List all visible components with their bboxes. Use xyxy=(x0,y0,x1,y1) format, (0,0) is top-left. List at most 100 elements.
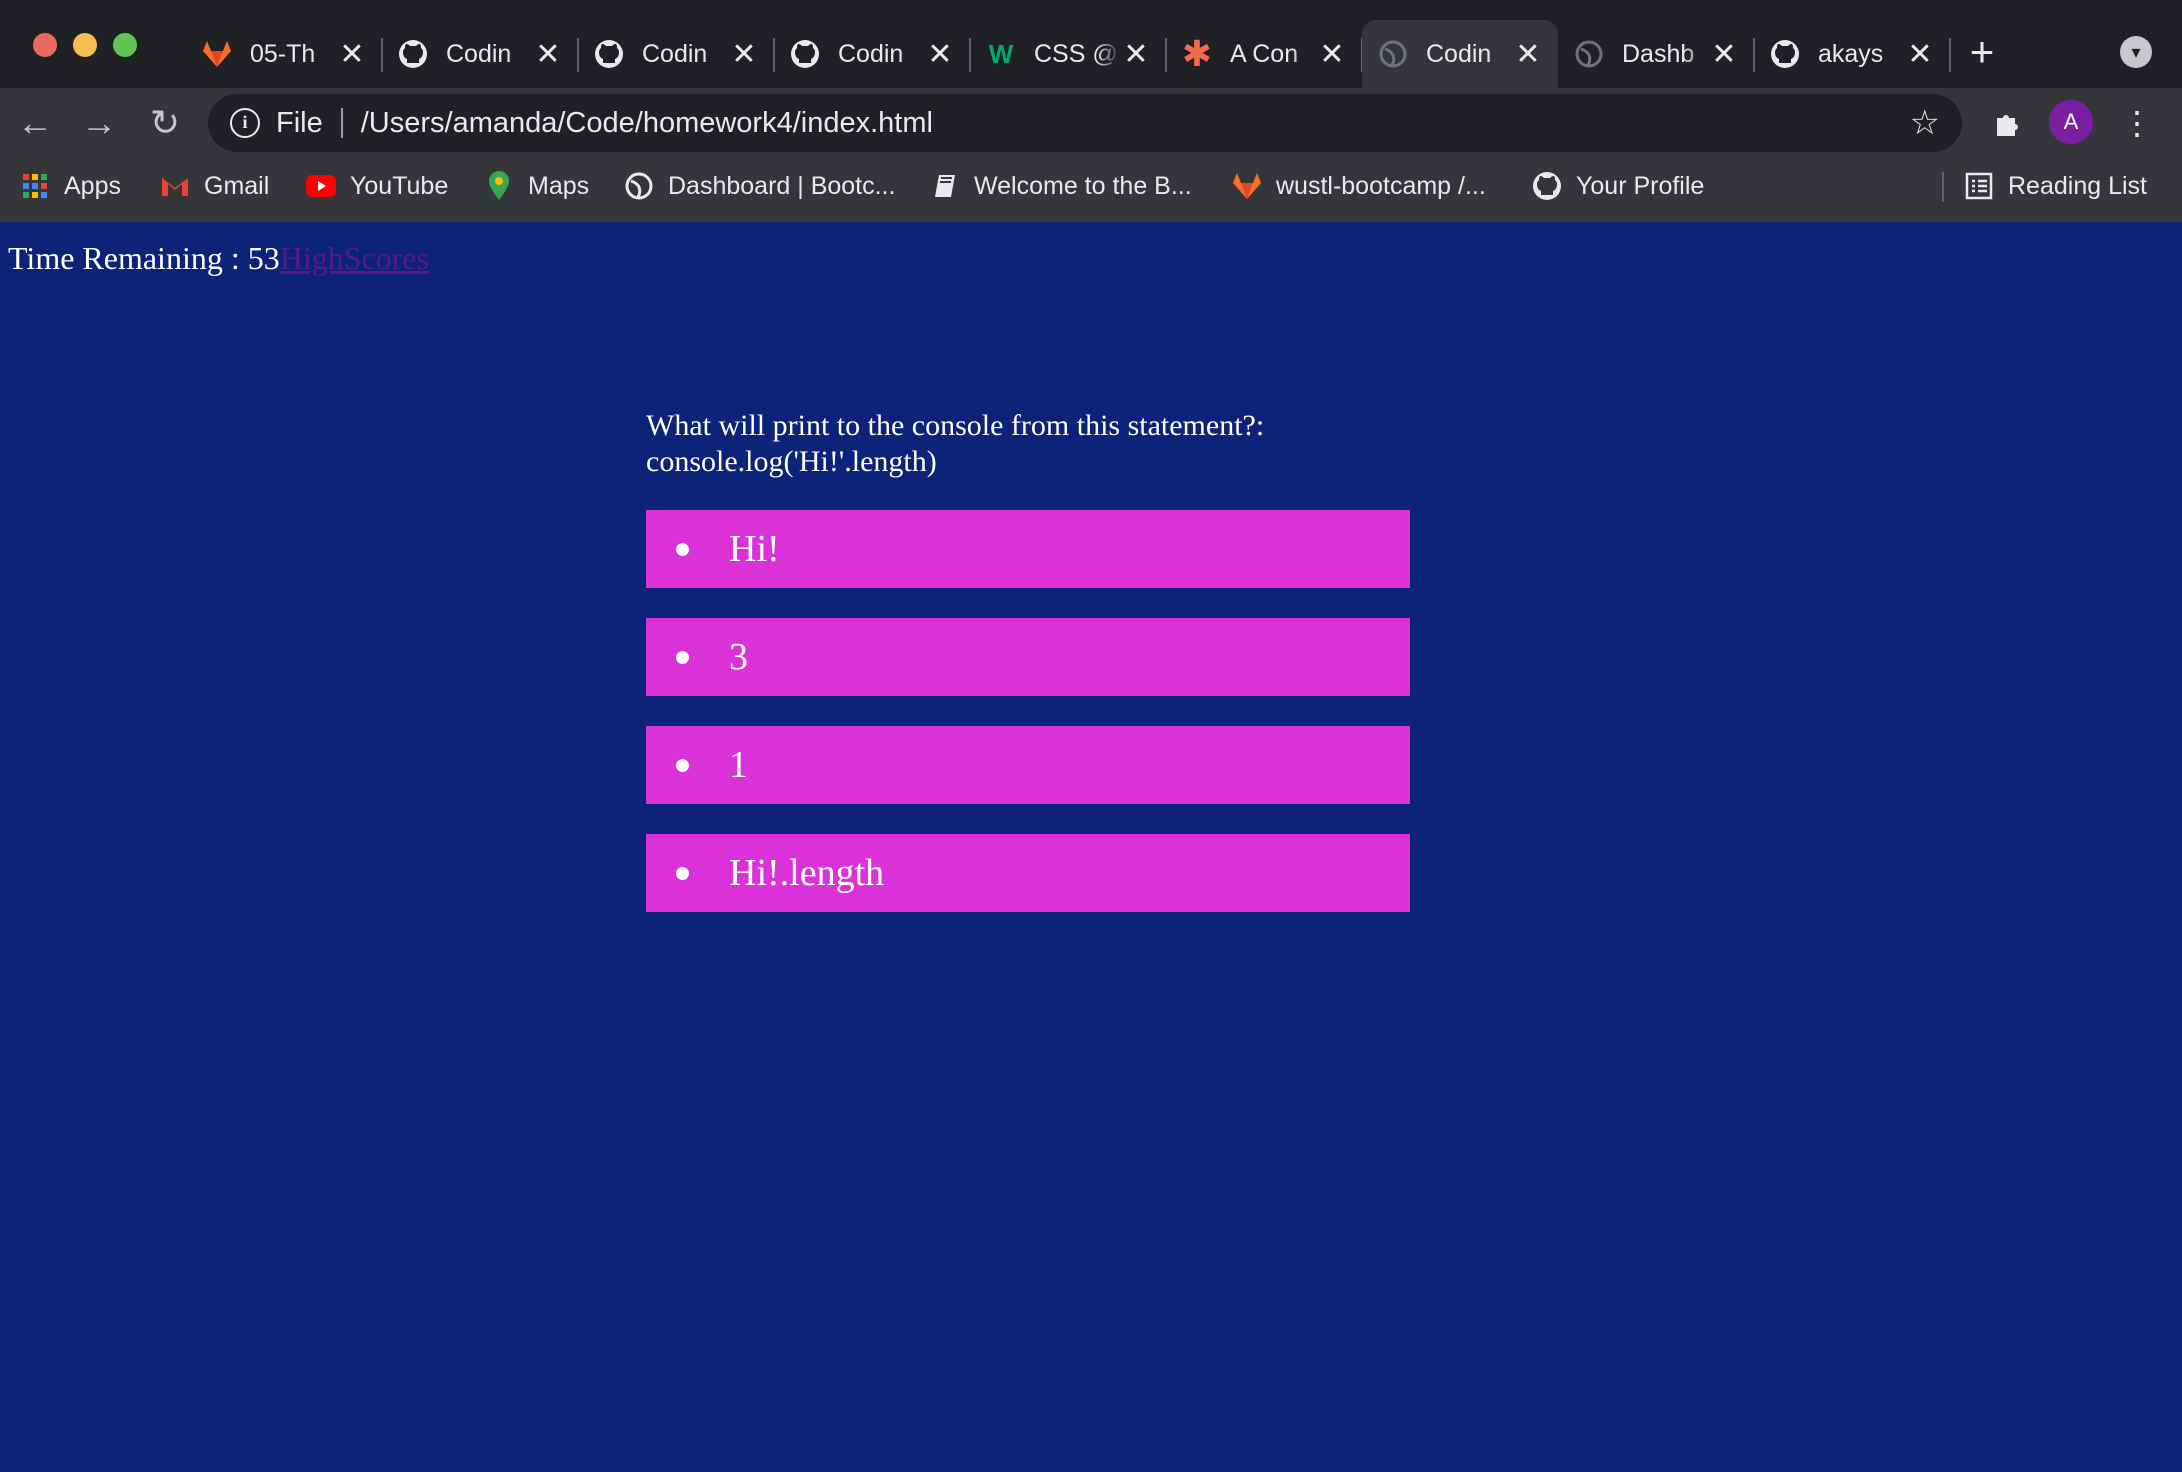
gitlab-icon xyxy=(202,39,232,69)
reading-list-button[interactable]: Reading List xyxy=(1964,168,2147,204)
github-icon xyxy=(594,39,624,69)
book-icon xyxy=(930,171,960,201)
close-tab-icon[interactable]: ✕ xyxy=(1318,37,1346,72)
bookmark-label: Gmail xyxy=(204,171,270,200)
asterisk-icon: ✱ xyxy=(1181,33,1213,74)
back-arrow-icon[interactable]: ← xyxy=(12,100,58,146)
tab-strip: 05-Th ✕ Codin ✕ Codin ✕ Codin ✕ W CSS @ … xyxy=(0,0,2182,88)
close-tab-icon[interactable]: ✕ xyxy=(1514,37,1542,72)
tab-title: akays xyxy=(1818,39,1884,68)
bookmark-welcome[interactable]: Welcome to the B... xyxy=(930,168,1192,204)
close-tab-icon[interactable]: ✕ xyxy=(1906,37,1934,72)
close-tab-icon[interactable]: ✕ xyxy=(926,37,954,72)
bookmark-youtube[interactable]: YouTube xyxy=(306,168,448,204)
answer-choice[interactable]: Hi! xyxy=(646,510,1410,588)
github-icon xyxy=(398,39,428,69)
omnibox-divider xyxy=(340,108,343,138)
bookmark-label: Your Profile xyxy=(1576,171,1705,200)
site-info-icon[interactable]: i xyxy=(230,108,260,138)
bookmark-label: wustl-bootcamp /... xyxy=(1276,171,1486,200)
bookmark-label: Maps xyxy=(528,171,590,200)
bookmark-label: Apps xyxy=(64,171,121,200)
gitlab-icon xyxy=(1232,171,1262,201)
bullet-icon xyxy=(676,866,689,880)
tab-title: Codin xyxy=(642,39,708,68)
tab-title: A Con xyxy=(1230,39,1299,68)
timer: Time Remaining : 53HighScores xyxy=(8,240,429,277)
bullet-icon xyxy=(676,650,689,664)
url-text[interactable]: /Users/amanda/Code/homework4/index.html xyxy=(361,107,933,140)
tab-title: 05-Th xyxy=(250,39,316,68)
tab-title: Codin xyxy=(446,39,512,68)
github-icon xyxy=(1770,39,1800,69)
tab-search-chevron-icon[interactable]: ▾ xyxy=(2120,36,2152,68)
answer-label: 1 xyxy=(729,744,748,786)
answer-choice[interactable]: Hi!.length xyxy=(646,834,1410,912)
globe-icon xyxy=(1378,39,1408,69)
tab[interactable]: Codin ✕ xyxy=(382,20,579,88)
tab-title: Codin xyxy=(838,39,904,68)
tab[interactable]: ✱ A Con ✕ xyxy=(1166,20,1363,88)
choices-list: Hi! 3 1 Hi!.length xyxy=(646,510,1410,942)
github-icon xyxy=(790,39,820,69)
bookmark-label: YouTube xyxy=(350,171,449,200)
close-tab-icon[interactable]: ✕ xyxy=(1710,37,1738,72)
profile-avatar[interactable]: A xyxy=(2049,100,2093,144)
page-content: Time Remaining : 53HighScores What will … xyxy=(0,222,2182,1472)
highscores-link[interactable]: HighScores xyxy=(280,240,429,276)
tab-separator xyxy=(1949,38,1951,72)
close-tab-icon[interactable]: ✕ xyxy=(338,37,366,72)
gmail-icon xyxy=(160,171,190,201)
url-scheme-label: File xyxy=(276,106,323,139)
w3schools-icon: W xyxy=(988,38,1014,69)
bookmark-your-profile[interactable]: Your Profile xyxy=(1532,168,1704,204)
bookmark-maps[interactable]: Maps xyxy=(484,168,589,204)
maximize-window-button[interactable] xyxy=(113,33,137,57)
bullet-icon xyxy=(676,758,689,772)
github-icon xyxy=(1532,171,1562,201)
tab[interactable]: Codin ✕ xyxy=(774,20,971,88)
close-tab-icon[interactable]: ✕ xyxy=(1122,37,1150,72)
answer-choice[interactable]: 3 xyxy=(646,618,1410,696)
close-tab-icon[interactable]: ✕ xyxy=(730,37,758,72)
minimize-window-button[interactable] xyxy=(73,33,97,57)
answer-label: Hi! xyxy=(729,528,780,570)
tab[interactable]: Codin ✕ xyxy=(578,20,775,88)
tab-title: Dashb xyxy=(1622,39,1695,68)
bookmark-star-icon[interactable]: ☆ xyxy=(1910,103,1940,143)
tab[interactable]: akays ✕ xyxy=(1754,20,1951,88)
forward-arrow-icon[interactable]: → xyxy=(76,100,122,146)
answer-choice[interactable]: 1 xyxy=(646,726,1410,804)
tab[interactable]: Dashb ✕ xyxy=(1558,20,1755,88)
address-bar[interactable]: i File /Users/amanda/Code/homework4/inde… xyxy=(208,94,1962,152)
apps-grid-icon xyxy=(20,171,50,201)
bookmark-apps[interactable]: Apps xyxy=(20,168,121,204)
answer-label: 3 xyxy=(729,636,748,678)
tab-title: Codin xyxy=(1426,39,1492,68)
youtube-icon xyxy=(306,171,336,201)
close-tab-icon[interactable]: ✕ xyxy=(534,37,562,72)
browser-chrome: 05-Th ✕ Codin ✕ Codin ✕ Codin ✕ W CSS @ … xyxy=(0,0,2182,222)
bookmark-divider xyxy=(1942,172,1944,202)
globe-icon xyxy=(1574,39,1604,69)
globe-icon xyxy=(624,171,654,201)
time-remaining-label: Time Remaining : 53 xyxy=(8,240,280,276)
bookmark-gmail[interactable]: Gmail xyxy=(160,168,269,204)
bookmark-dashboard[interactable]: Dashboard | Bootc... xyxy=(624,168,895,204)
bookmark-wustl[interactable]: wustl-bootcamp /... xyxy=(1232,168,1486,204)
extensions-puzzle-icon[interactable] xyxy=(1988,100,2028,146)
question-text: What will print to the console from this… xyxy=(646,409,1265,478)
menu-kebab-icon[interactable]: ⋮ xyxy=(2120,100,2154,146)
close-window-button[interactable] xyxy=(33,33,57,57)
tab-title: CSS @ xyxy=(1034,39,1118,68)
tab[interactable]: 05-Th ✕ xyxy=(186,20,383,88)
answer-label: Hi!.length xyxy=(729,852,885,894)
bookmark-label: Dashboard | Bootc... xyxy=(668,171,896,200)
maps-pin-icon xyxy=(484,171,514,201)
new-tab-plus-icon[interactable]: + xyxy=(1962,30,2002,74)
tab-active[interactable]: Codin ✕ xyxy=(1362,20,1558,88)
reading-list-label: Reading List xyxy=(2008,171,2147,200)
bullet-icon xyxy=(676,542,689,556)
reload-icon[interactable]: ↻ xyxy=(142,100,188,146)
tab[interactable]: W CSS @ ✕ xyxy=(970,20,1167,88)
